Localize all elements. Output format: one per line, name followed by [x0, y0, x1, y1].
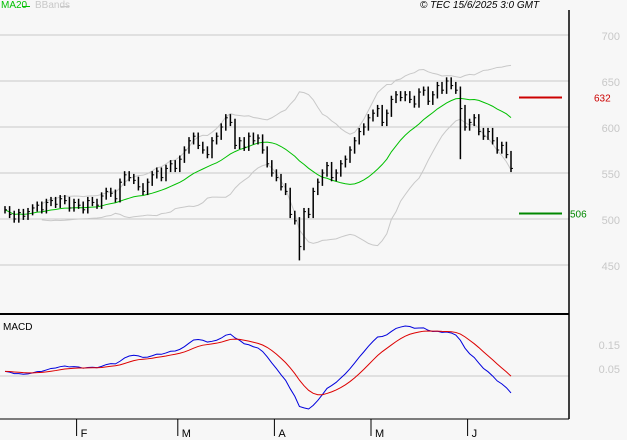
macd-tick-label: 0.05: [599, 364, 620, 376]
month-label: M: [375, 428, 384, 440]
price-tick-label: 700: [602, 31, 620, 43]
price-tick-label: 650: [602, 77, 620, 89]
price-tick-label: 450: [602, 261, 620, 273]
bbands-legend-swatch: [61, 6, 69, 7]
macd-line: [4, 325, 512, 410]
macd-title: MACD: [3, 322, 33, 333]
ma20-line: [4, 97, 512, 215]
macd-tick-label: 0.15: [599, 340, 620, 352]
price-tick-label: 550: [602, 169, 620, 181]
signal-line: [4, 330, 512, 396]
bband-upper: [41, 64, 512, 205]
price-tick-label: 600: [602, 123, 620, 135]
month-label: F: [81, 428, 88, 440]
bband-lower: [41, 118, 512, 247]
resistance-label: 632: [594, 94, 611, 105]
chart-canvas: 700 650 600 550 500 450 632 506 0.15 0.05 F M A M J: [0, 10, 620, 440]
ma20-legend-swatch: [22, 6, 30, 7]
price-tick-label: 500: [602, 215, 620, 227]
copyright: © TEC 15/6/2025 3:0 GMT: [420, 0, 540, 11]
month-label: M: [182, 428, 191, 440]
month-label: A: [278, 428, 286, 440]
month-label: J: [472, 428, 478, 440]
support-label: 506: [570, 209, 587, 220]
stock-chart: 700 650 600 550 500 450 632 506 0.15 0.05 F M A M J MA…: [0, 0, 627, 440]
